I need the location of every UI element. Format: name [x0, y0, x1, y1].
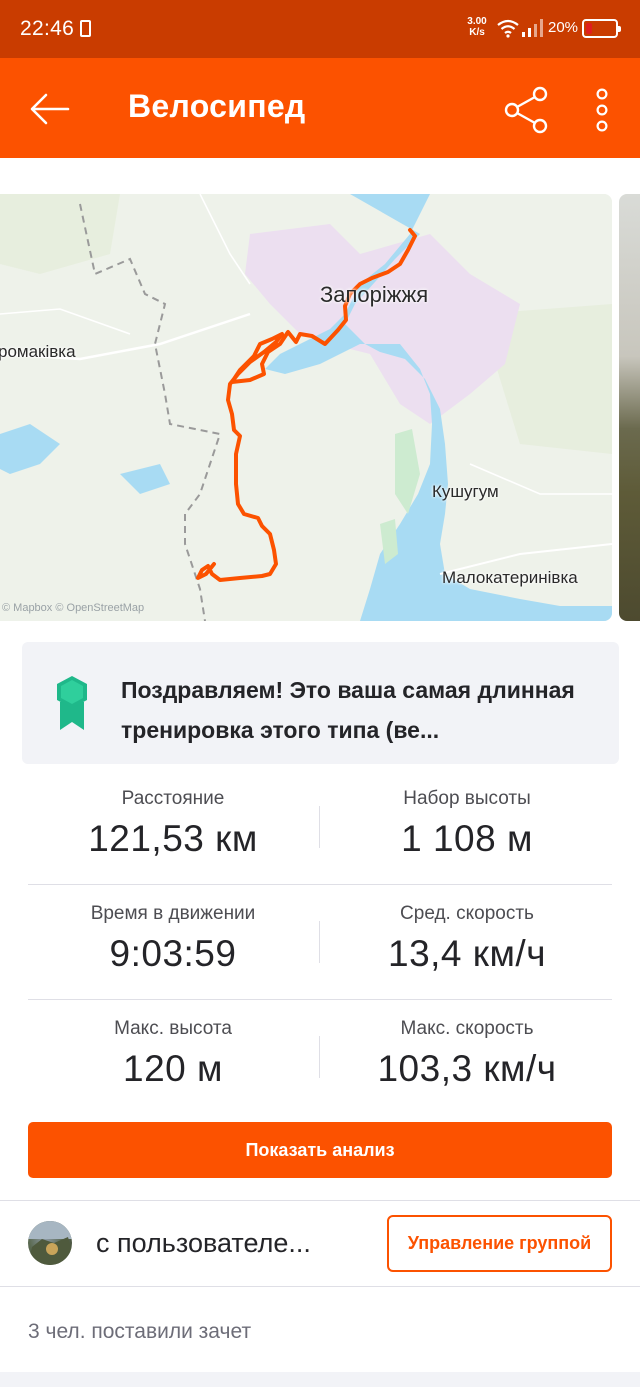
stat-label: Макс. скорость — [400, 1018, 534, 1039]
stat-value: 121,53 км — [88, 818, 258, 859]
stat-distance: Расстояние 121,53 км — [28, 788, 318, 860]
map-canvas — [0, 194, 612, 621]
battery-saver-icon — [80, 20, 91, 37]
kudos-count[interactable]: 3 чел. поставили зачет — [28, 1320, 251, 1344]
bottom-section-background — [0, 1372, 640, 1387]
group-activity-row[interactable]: с пользователе... Управление группой — [0, 1201, 640, 1286]
manage-group-button[interactable]: Управление группой — [387, 1215, 612, 1272]
avatar[interactable] — [28, 1221, 72, 1265]
achievement-banner[interactable]: Поздравляем! Это ваша самая длинная трен… — [22, 642, 619, 764]
stat-label: Набор высоты — [403, 788, 531, 809]
map-label-malokaterynivka: Малокатеринівка — [442, 568, 578, 587]
signal-icon — [522, 19, 543, 37]
map-label-west: ромаківка — [0, 342, 76, 361]
map-label-kushugum: Кушугум — [432, 482, 499, 501]
share-icon[interactable] — [500, 84, 552, 136]
show-analysis-button[interactable]: Показать анализ — [28, 1122, 612, 1178]
status-time: 22:46 — [20, 17, 75, 40]
page-title: Велосипед — [128, 88, 306, 124]
app-bar: Велосипед — [0, 58, 640, 158]
stat-value: 103,3 км/ч — [377, 1048, 557, 1089]
network-speed-value: 3.00 — [467, 16, 487, 27]
wifi-icon — [497, 19, 519, 38]
group-participants-text[interactable]: с пользователе... — [96, 1228, 311, 1259]
stat-divider — [319, 806, 320, 848]
route-map[interactable]: Запоріжжя ромаківка Кушугум Малокатерині… — [0, 194, 612, 621]
avatar-image — [28, 1221, 72, 1265]
stat-elevation-gain: Набор высоты 1 108 м — [322, 788, 612, 860]
more-vertical-icon[interactable] — [584, 84, 620, 136]
stat-avg-speed: Сред. скорость 13,4 км/ч — [322, 903, 612, 975]
network-speed: 3.00 K/s — [462, 16, 492, 38]
stat-divider — [319, 1036, 320, 1078]
stat-value: 13,4 км/ч — [388, 933, 546, 974]
stat-moving-time: Время в движении 9:03:59 — [28, 903, 318, 975]
stat-label: Сред. скорость — [400, 903, 534, 924]
map-label-city: Запоріжжя — [320, 282, 429, 307]
activity-photo-preview[interactable] — [619, 194, 640, 621]
stats-row: Расстояние 121,53 км Набор высоты 1 108 … — [28, 770, 612, 885]
network-speed-unit: K/s — [469, 27, 485, 38]
stat-divider — [319, 921, 320, 963]
battery-icon — [582, 19, 621, 38]
divider — [0, 1286, 640, 1287]
battery-percent: 20% — [548, 19, 579, 36]
stats-row: Макс. высота 120 м Макс. скорость 103,3 … — [28, 1000, 612, 1115]
stats-row: Время в движении 9:03:59 Сред. скорость … — [28, 885, 612, 1000]
status-bar: 22:46 3.00 K/s 20% — [0, 0, 640, 58]
stat-label: Макс. высота — [114, 1018, 232, 1039]
stats-grid: Расстояние 121,53 км Набор высоты 1 108 … — [28, 770, 612, 1115]
stat-value: 120 м — [123, 1048, 223, 1089]
back-arrow-icon[interactable] — [24, 84, 74, 134]
stat-value: 1 108 м — [401, 818, 533, 859]
stat-label: Расстояние — [121, 788, 225, 809]
stat-label: Время в движении — [90, 903, 256, 924]
stat-value: 9:03:59 — [109, 933, 237, 974]
stat-max-speed: Макс. скорость 103,3 км/ч — [322, 1018, 612, 1090]
achievement-text: Поздравляем! Это ваша самая длинная трен… — [121, 677, 575, 743]
achievement-badge-icon — [57, 676, 87, 730]
stat-max-elevation: Макс. высота 120 м — [28, 1018, 318, 1090]
map-attribution[interactable]: © Mapbox © OpenStreetMap — [2, 602, 144, 614]
battery-level-fill — [586, 23, 592, 34]
